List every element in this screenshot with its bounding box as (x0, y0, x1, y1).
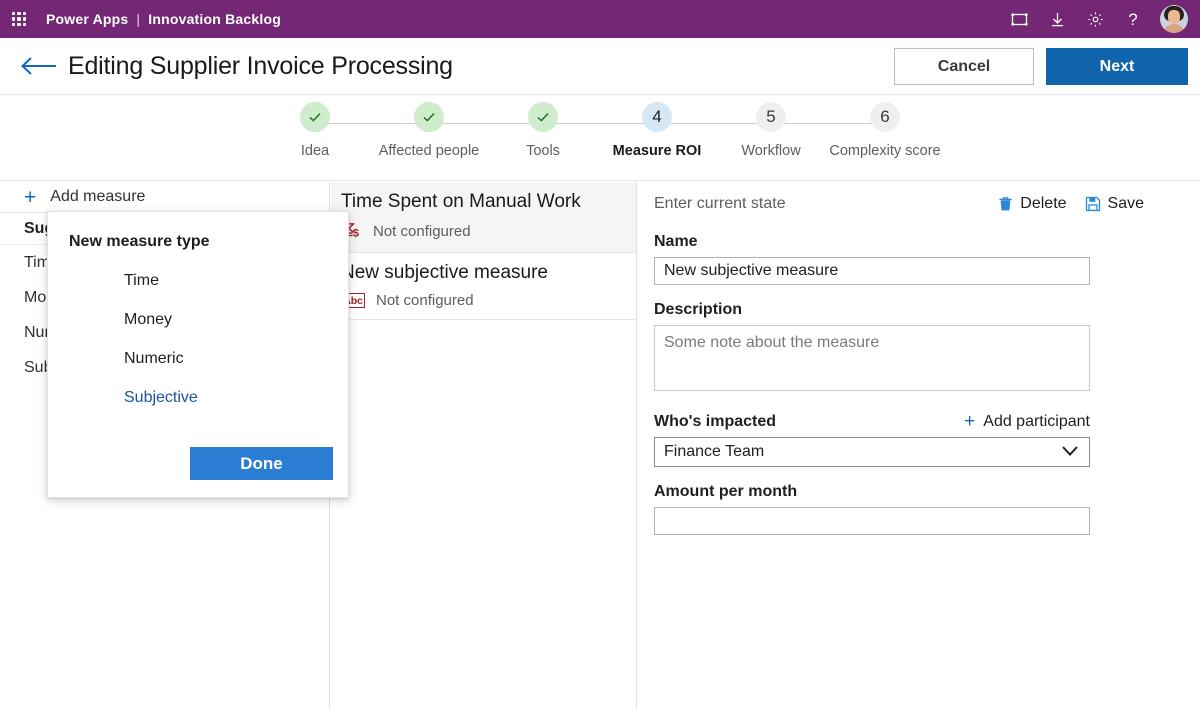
measure-status: Not configured (376, 292, 474, 309)
help-glyph: ? (1128, 9, 1138, 29)
suite-brand: Power Apps | Innovation Backlog (46, 11, 281, 27)
add-measure-label: Add measure (50, 188, 146, 205)
measure-status: Not configured (373, 223, 471, 240)
back-arrow-icon[interactable] (20, 51, 60, 81)
download-icon[interactable] (1040, 0, 1074, 38)
delete-button[interactable]: Delete (998, 195, 1067, 213)
page-title: Editing Supplier Invoice Processing (68, 51, 453, 80)
add-participant-label: Add participant (983, 412, 1090, 430)
step-label-6[interactable]: Complexity score (829, 142, 940, 161)
waffle-icon[interactable] (0, 0, 38, 38)
form-header-title: Enter current state (654, 195, 786, 212)
step-label-3[interactable]: Tools (526, 142, 560, 161)
add-participant-button[interactable]: + Add participant (964, 412, 1090, 431)
name-label: Name (654, 233, 698, 250)
avatar-body (1163, 24, 1185, 33)
measure-name: Time Spent on Manual Work (341, 191, 581, 212)
popup-option-subjective[interactable]: Subjective (124, 389, 198, 407)
suite-header-actions: ? (1002, 0, 1192, 38)
stepper-steps: Idea Affected people Tools 4 Measure ROI… (0, 96, 1200, 161)
popup-done-button[interactable]: Done (190, 447, 333, 480)
plus-icon: + (24, 185, 37, 209)
step-label-2[interactable]: Affected people (379, 142, 480, 161)
measure-sub: Abc Not configured (341, 292, 636, 309)
plus-icon: + (964, 411, 976, 432)
name-input[interactable] (654, 257, 1090, 285)
step-circle-1[interactable] (300, 102, 330, 132)
frame-icon[interactable] (1002, 0, 1036, 38)
description-label: Description (654, 301, 743, 318)
step-idea[interactable]: Idea (258, 102, 429, 161)
measure-card-new-subjective[interactable]: New subjective measure Abc Not configure… (331, 253, 636, 320)
participant-select[interactable]: Finance Team (654, 437, 1090, 467)
description-textarea[interactable] (654, 325, 1090, 391)
suite-header: Power Apps | Innovation Backlog ? (0, 0, 1200, 38)
form-header-actions: Delete Save (998, 195, 1200, 213)
save-button[interactable]: Save (1085, 195, 1144, 213)
app-name-label[interactable]: Innovation Backlog (148, 11, 281, 27)
measure-name: New subjective measure (341, 262, 548, 283)
popup-option-money[interactable]: Money (124, 311, 172, 329)
delete-label: Delete (1020, 195, 1067, 212)
step-complexity-score[interactable]: 6 Complexity score (828, 102, 942, 161)
save-label: Save (1107, 195, 1144, 212)
step-label-1[interactable]: Idea (301, 142, 329, 161)
form-header: Enter current state Delete Save (654, 191, 1200, 217)
cancel-button[interactable]: Cancel (894, 48, 1034, 85)
step-circle-5[interactable]: 5 (756, 102, 786, 132)
add-measure-button[interactable]: + Add measure (0, 182, 329, 213)
step-label-5[interactable]: Workflow (741, 142, 800, 161)
amount-input[interactable] (654, 507, 1090, 535)
measure-form: Enter current state Delete Save Name New… (638, 182, 1200, 535)
app-root: Power Apps | Innovation Backlog ? Editin… (0, 0, 1200, 709)
avatar-face (1168, 10, 1180, 24)
step-affected-people[interactable]: Affected people (372, 102, 543, 161)
gear-icon[interactable] (1078, 0, 1112, 38)
measures-list-panel: Time Spent on Manual Work $ Not configur… (331, 182, 637, 709)
svg-text:$: $ (353, 228, 360, 240)
popup-option-numeric[interactable]: Numeric (124, 350, 184, 368)
avatar[interactable] (1160, 5, 1188, 33)
step-circle-6[interactable]: 6 (870, 102, 900, 132)
step-workflow[interactable]: 5 Workflow (714, 102, 885, 161)
impacted-label: Who's impacted (654, 412, 777, 430)
participant-select-wrap: Finance Team (654, 437, 1090, 467)
step-tools[interactable]: Tools (486, 102, 657, 161)
next-button[interactable]: Next (1046, 48, 1188, 85)
step-circle-4[interactable]: 4 (642, 102, 672, 132)
new-measure-type-popup: New measure type Time Money Numeric Subj… (47, 211, 349, 498)
help-icon[interactable]: ? (1116, 0, 1150, 38)
amount-label: Amount per month (654, 483, 798, 500)
step-measure-roi[interactable]: 4 Measure ROI (600, 102, 771, 161)
measure-detail-panel: Enter current state Delete Save Name New… (638, 182, 1200, 709)
step-circle-2[interactable] (414, 102, 444, 132)
command-bar: Editing Supplier Invoice Processing Canc… (0, 38, 1200, 95)
waffle-glyph (12, 12, 26, 26)
step-label-4[interactable]: Measure ROI (613, 142, 702, 161)
measure-card-time-spent[interactable]: Time Spent on Manual Work $ Not configur… (331, 182, 636, 253)
popup-option-time[interactable]: Time (124, 272, 159, 290)
wizard-stepper: Idea Affected people Tools 4 Measure ROI… (0, 96, 1200, 181)
step-circle-3[interactable] (528, 102, 558, 132)
command-bar-actions: Cancel Next (894, 38, 1188, 95)
impacted-row: Who's impacted + Add participant (654, 412, 1090, 431)
suite-brand-label[interactable]: Power Apps (46, 11, 128, 27)
popup-title: New measure type (69, 233, 210, 250)
measure-sub: $ Not configured (341, 221, 636, 242)
suite-separator: | (136, 11, 141, 27)
